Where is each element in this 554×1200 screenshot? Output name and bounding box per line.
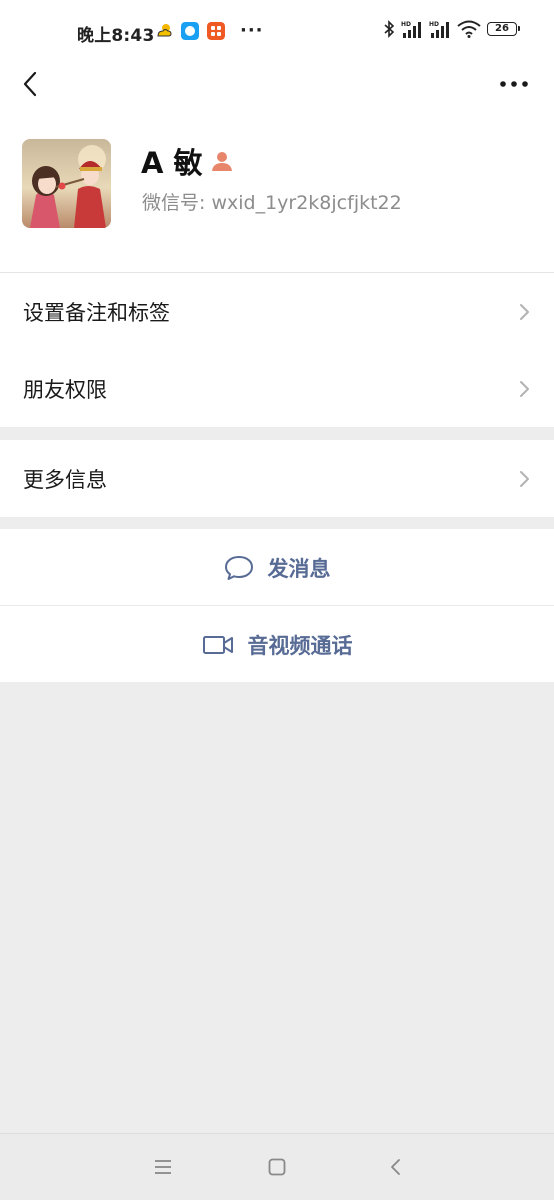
home-button[interactable] bbox=[262, 1154, 292, 1180]
list-item-remark-tags[interactable]: 设置备注和标签 bbox=[0, 273, 554, 350]
wechat-id-label: 微信号: bbox=[142, 192, 206, 214]
settings-group-2: 更多信息 bbox=[0, 440, 554, 517]
video-call-button[interactable]: 音视频通话 bbox=[0, 606, 554, 683]
video-call-label: 音视频通话 bbox=[247, 633, 353, 658]
hd-label: HD bbox=[401, 21, 411, 28]
wechat-id: 微信号: wxid_1yr2k8jcfjkt22 bbox=[142, 188, 402, 215]
recent-apps-button[interactable] bbox=[148, 1154, 178, 1180]
status-bar: 晚上8:43 ··· HD HD 26 bbox=[0, 0, 554, 64]
list-item-label: 朋友权限 bbox=[23, 377, 107, 402]
list-item-more-info[interactable]: 更多信息 bbox=[0, 440, 554, 517]
weather-icon bbox=[157, 24, 172, 37]
status-notification-icons bbox=[155, 22, 225, 40]
chevron-right-icon bbox=[520, 380, 529, 397]
list-item-label: 更多信息 bbox=[23, 467, 107, 492]
divider bbox=[0, 682, 554, 683]
chat-bubble-icon bbox=[224, 555, 253, 580]
status-system-icons: HD HD 26 bbox=[383, 20, 520, 38]
battery-indicator: 26 bbox=[487, 22, 520, 36]
message-app-icon bbox=[181, 22, 199, 40]
signal-hd-icon: HD bbox=[401, 21, 421, 38]
more-dots-icon bbox=[500, 81, 528, 87]
hd-label-2: HD bbox=[429, 21, 439, 28]
menu-icon bbox=[155, 1160, 171, 1174]
status-time: 晚上8:43 bbox=[77, 26, 155, 46]
contact-name: A 敏 bbox=[141, 146, 203, 180]
chevron-right-icon bbox=[520, 470, 529, 487]
settings-group-1: 设置备注和标签 朋友权限 bbox=[0, 273, 554, 427]
list-item-friend-permissions[interactable]: 朋友权限 bbox=[0, 350, 554, 427]
list-item-label: 设置备注和标签 bbox=[23, 300, 170, 325]
signal-hd-icon-2: HD bbox=[429, 21, 449, 38]
female-person-icon bbox=[211, 152, 232, 171]
back-button[interactable] bbox=[12, 66, 48, 102]
system-back-button[interactable] bbox=[380, 1154, 410, 1180]
contact-name-row: A 敏 bbox=[141, 140, 233, 182]
avatar-illustration bbox=[22, 139, 111, 228]
send-message-label: 发消息 bbox=[267, 556, 331, 581]
system-navigation-bar bbox=[0, 1133, 554, 1200]
home-square-icon bbox=[268, 1158, 286, 1176]
taobao-app-icon bbox=[207, 22, 225, 40]
wechat-id-value: wxid_1yr2k8jcfjkt22 bbox=[211, 192, 402, 214]
video-camera-icon bbox=[202, 635, 233, 654]
bluetooth-icon bbox=[384, 20, 395, 38]
action-group: 发消息 音视频通话 bbox=[0, 529, 554, 683]
more-options-button[interactable] bbox=[494, 66, 534, 102]
back-triangle-icon bbox=[391, 1159, 400, 1175]
avatar[interactable] bbox=[22, 139, 111, 228]
wifi-icon bbox=[457, 20, 481, 38]
send-message-button[interactable]: 发消息 bbox=[0, 529, 554, 606]
status-more-icon: ··· bbox=[240, 20, 264, 41]
chevron-right-icon bbox=[520, 303, 529, 320]
chevron-left-icon bbox=[23, 71, 37, 97]
